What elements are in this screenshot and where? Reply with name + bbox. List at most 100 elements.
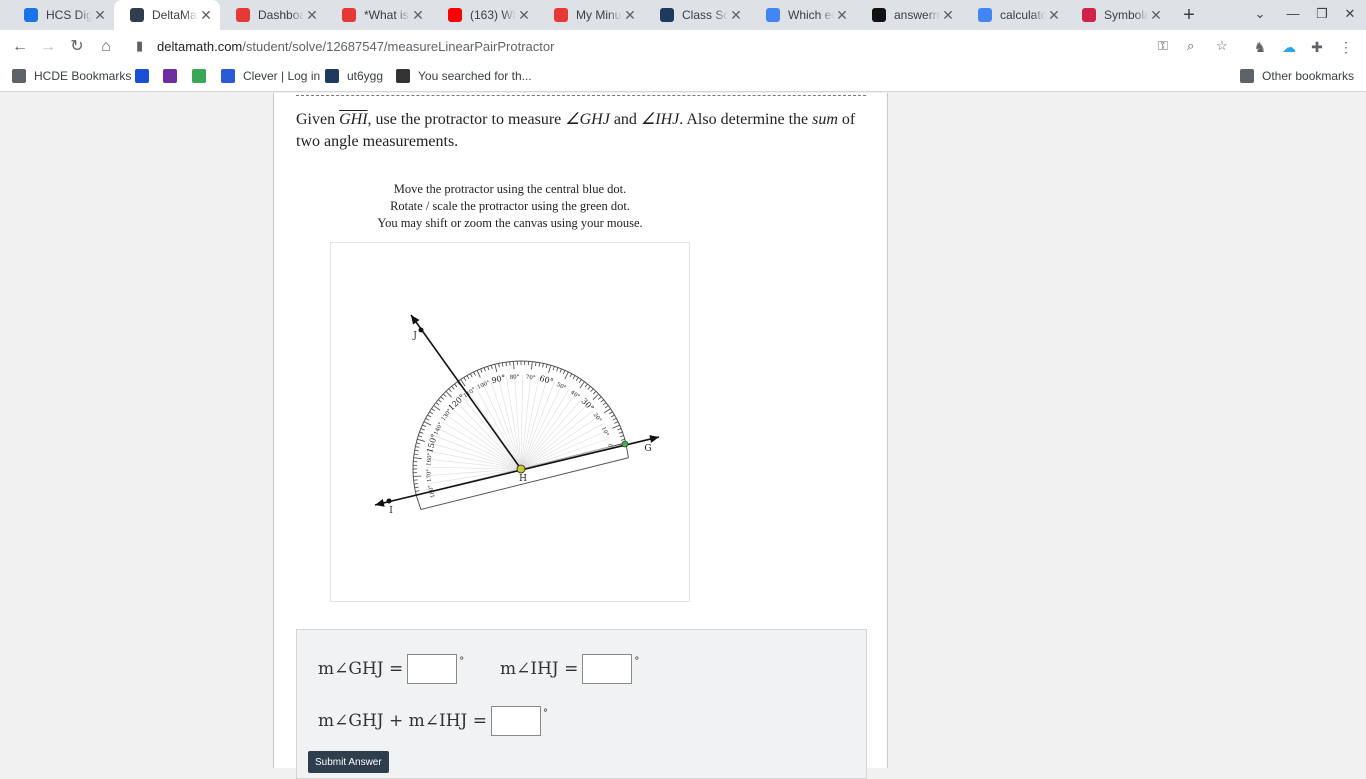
- zoom-icon[interactable]: ⌕: [1187, 38, 1194, 54]
- extension-icon[interactable]: ♞: [1249, 36, 1271, 58]
- point-h-label: H: [519, 474, 527, 484]
- bookmark-label: HCDE Bookmarks: [34, 69, 131, 83]
- browser-toolbar: ← → ↻ ⌂ ▮ deltamath.com/student/solve/12…: [0, 30, 1366, 64]
- tab-close-icon[interactable]: ✕: [198, 7, 214, 24]
- back-icon[interactable]: ←: [9, 36, 31, 58]
- browser-tab[interactable]: DeltaMat✕: [114, 0, 220, 30]
- tab-favicon-icon: [554, 8, 568, 22]
- tab-close-icon[interactable]: ✕: [516, 7, 532, 24]
- bookmark-item[interactable]: ut6ygg: [325, 69, 383, 83]
- bookmark-item[interactable]: Clever | Log in: [221, 69, 320, 83]
- tab-favicon-icon: [342, 8, 356, 22]
- bookmark-label: Clever | Log in: [243, 69, 320, 83]
- menu-icon[interactable]: ⋮: [1335, 36, 1357, 58]
- tab-title: calculato: [1000, 8, 1046, 22]
- bookmark-icon: [163, 69, 177, 83]
- problem-card: Given GHI, use the protractor to measure…: [273, 93, 888, 768]
- submit-answer-button[interactable]: Submit Answer: [308, 751, 389, 773]
- tab-title: Which eq: [788, 8, 834, 22]
- tab-favicon-icon: [872, 8, 886, 22]
- bookmarks-bar: Other bookmarks HCDE Bookmarks Clever | L…: [0, 64, 1366, 92]
- bookmark-item[interactable]: [192, 69, 206, 83]
- other-bookmarks[interactable]: Other bookmarks: [1240, 69, 1354, 83]
- instruction-rotate: Rotate / scale the protractor using the …: [330, 198, 690, 215]
- divider: [296, 95, 866, 96]
- answer-box: m∠GHJ = ° m∠IHJ = ° m∠GHJ + m∠IHJ = ° Su…: [296, 629, 867, 779]
- rotate-handle-green-dot: [622, 441, 628, 447]
- arrow-head-g: [649, 435, 659, 443]
- point-j-dot: [419, 328, 424, 333]
- bookmark-item[interactable]: [163, 69, 177, 83]
- tab-close-icon[interactable]: ✕: [940, 7, 956, 24]
- tab-close-icon[interactable]: ✕: [92, 7, 108, 24]
- browser-tab[interactable]: answerrn✕: [856, 0, 962, 30]
- eq2-label: m∠IHJ =: [500, 659, 578, 679]
- segment-ghi: GHI: [339, 111, 367, 128]
- point-i-dot: [387, 499, 392, 504]
- browser-tab[interactable]: *What is✕: [326, 0, 432, 30]
- bookmark-item[interactable]: [135, 69, 149, 83]
- tab-close-icon[interactable]: ✕: [410, 7, 426, 24]
- tab-favicon-icon: [130, 8, 144, 22]
- tab-title: My Minut: [576, 8, 622, 22]
- ihj-answer-input[interactable]: [582, 654, 632, 684]
- browser-tab[interactable]: calculato✕: [962, 0, 1068, 30]
- tab-close-icon[interactable]: ✕: [1148, 7, 1164, 24]
- center-handle-dot: [517, 465, 525, 473]
- browser-tab[interactable]: Dashboar✕: [220, 0, 326, 30]
- sum-answer-input[interactable]: [491, 706, 541, 736]
- tab-close-icon[interactable]: ✕: [834, 7, 850, 24]
- reload-icon[interactable]: ↻: [66, 36, 88, 58]
- new-tab-button[interactable]: +: [1178, 4, 1200, 27]
- tab-title: answerrn: [894, 8, 940, 22]
- browser-tab[interactable]: Class Sco✕: [644, 0, 750, 30]
- protractor-edge: [416, 495, 421, 509]
- protractor-canvas[interactable]: 0°10°20°30°40°50°60°70°80°90°100°110°120…: [330, 242, 690, 602]
- tab-close-icon[interactable]: ✕: [622, 7, 638, 24]
- star-icon[interactable]: ☆: [1216, 38, 1228, 54]
- point-j-label: J: [412, 331, 417, 341]
- url-path: /student/solve/12687547/measureLinearPai…: [242, 39, 554, 54]
- protractor-diagram[interactable]: 0°10°20°30°40°50°60°70°80°90°100°110°120…: [331, 243, 689, 601]
- home-icon[interactable]: ⌂: [95, 36, 117, 58]
- browser-tab[interactable]: HCS Digit✕: [8, 0, 114, 30]
- browser-tab[interactable]: My Minut✕: [538, 0, 644, 30]
- cloud-extension-icon[interactable]: ☁: [1278, 36, 1300, 58]
- tab-close-icon[interactable]: ✕: [304, 7, 320, 24]
- protractor-label: 70°: [525, 375, 536, 382]
- protractor-tick: [513, 361, 514, 369]
- tab-favicon-icon: [1082, 8, 1096, 22]
- address-bar[interactable]: ▮ deltamath.com/student/solve/12687547/m…: [130, 34, 1246, 60]
- bookmark-icon: [192, 69, 206, 83]
- extensions-puzzle-icon[interactable]: ✚: [1306, 36, 1328, 58]
- minimize-icon[interactable]: —: [1283, 6, 1303, 21]
- forward-icon[interactable]: →: [37, 36, 59, 58]
- tab-title: (163) Wh: [470, 8, 516, 22]
- url-text[interactable]: deltamath.com/student/solve/12687547/mea…: [157, 39, 554, 54]
- degree-symbol: °: [459, 656, 464, 667]
- browser-tab[interactable]: (163) Wh✕: [432, 0, 538, 30]
- tab-favicon-icon: [660, 8, 674, 22]
- protractor-tick: [414, 454, 418, 455]
- ghj-answer-input[interactable]: [407, 654, 457, 684]
- problem-statement: Given GHI, use the protractor to measure…: [296, 109, 871, 153]
- browser-tab[interactable]: Symbola✕: [1066, 0, 1170, 30]
- tab-search-icon[interactable]: ⌄: [1250, 6, 1270, 22]
- restore-icon[interactable]: ❐: [1312, 6, 1332, 22]
- site-info-icon[interactable]: ▮: [136, 38, 143, 54]
- tab-title: *What is: [364, 8, 410, 22]
- bookmark-icon: [135, 69, 149, 83]
- tab-title: HCS Digit: [46, 8, 92, 22]
- bookmark-item[interactable]: You searched for th...: [396, 69, 532, 83]
- arrow-head-j: [411, 315, 419, 325]
- protractor-label: 80°: [510, 374, 520, 381]
- browser-tab[interactable]: Which eq✕: [750, 0, 856, 30]
- key-icon[interactable]: ⚿: [1158, 38, 1168, 54]
- instruction-move: Move the protractor using the central bl…: [330, 181, 690, 198]
- tab-close-icon[interactable]: ✕: [1046, 7, 1062, 24]
- and-word: and: [614, 111, 637, 128]
- bookmark-item[interactable]: HCDE Bookmarks: [12, 69, 131, 83]
- instruction-zoom: You may shift or zoom the canvas using y…: [330, 215, 690, 232]
- window-close-icon[interactable]: ✕: [1340, 6, 1360, 22]
- tab-close-icon[interactable]: ✕: [728, 7, 744, 24]
